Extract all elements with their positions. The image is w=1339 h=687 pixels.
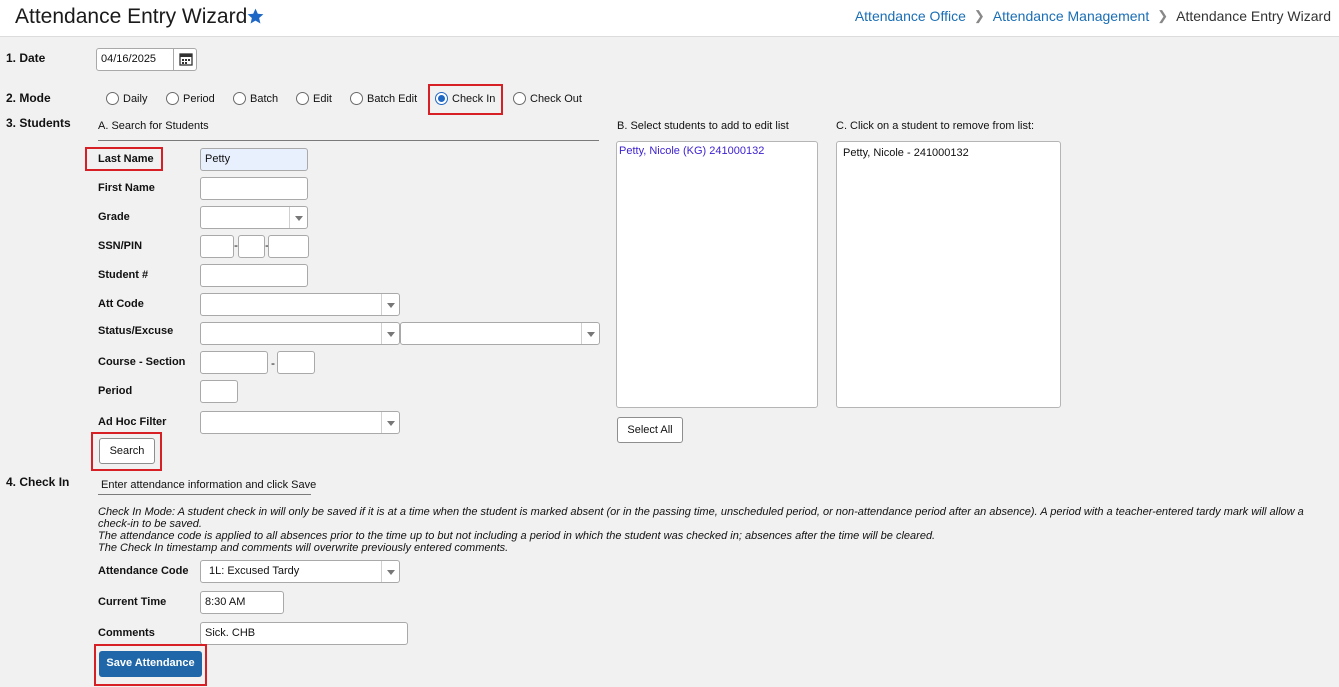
mode-radio-daily[interactable]: Daily	[106, 92, 147, 105]
period-label: Period	[98, 385, 133, 397]
favorite-star-icon[interactable]	[246, 7, 265, 26]
ssn-part2-input[interactable]	[238, 235, 265, 258]
comments-value: Sick. CHB	[205, 627, 256, 639]
attendance-code-value: 1L: Excused Tardy	[209, 565, 300, 577]
ad-hoc-filter-select[interactable]	[200, 411, 400, 434]
ssn-part3-input[interactable]	[268, 235, 309, 258]
search-heading: A. Search for Students	[98, 120, 209, 132]
radio-button-selected[interactable]	[435, 92, 448, 105]
current-time-input[interactable]: 8:30 AM	[200, 591, 284, 614]
chevron-down-icon	[381, 323, 399, 344]
current-time-label: Current Time	[98, 596, 167, 608]
first-name-input[interactable]	[200, 177, 308, 200]
radio-button[interactable]	[166, 92, 179, 105]
comments-label: Comments	[98, 627, 155, 639]
chevron-down-icon	[381, 294, 399, 315]
select-students-heading: B. Select students to add to edit list	[617, 120, 789, 132]
radio-button[interactable]	[106, 92, 119, 105]
chevron-down-icon	[381, 561, 399, 582]
mode-radio-batch[interactable]: Batch	[233, 92, 278, 105]
chevron-down-icon	[289, 207, 307, 228]
breadcrumb: Attendance Office ❯ Attendance Managemen…	[855, 8, 1331, 24]
att-code-label: Att Code	[98, 298, 144, 310]
status-excuse-label: Status/Excuse	[98, 325, 174, 337]
radio-button[interactable]	[296, 92, 309, 105]
excuse-select[interactable]	[400, 322, 600, 345]
radio-label: Daily	[123, 92, 148, 105]
mode-radio-check-in[interactable]: Check In	[435, 92, 495, 105]
divider	[98, 494, 311, 495]
radio-button[interactable]	[350, 92, 363, 105]
mode-radio-period[interactable]: Period	[166, 92, 215, 105]
last-name-input[interactable]: Petty	[200, 148, 308, 171]
mode-radio-check-out[interactable]: Check Out	[513, 92, 582, 105]
date-value: 04/16/2025	[101, 53, 157, 65]
course-section-label: Course - Section	[98, 356, 186, 368]
radio-label: Period	[183, 92, 215, 105]
chevron-down-icon	[381, 412, 399, 433]
instruction-text-1: Check In Mode: A student check in will o…	[98, 506, 1304, 530]
ad-hoc-filter-label: Ad Hoc Filter	[98, 416, 167, 428]
calendar-button[interactable]	[173, 48, 197, 71]
radio-label: Batch Edit	[367, 92, 418, 105]
search-result-item[interactable]: Petty, Nicole (KG) 241000132	[619, 145, 764, 157]
grade-label: Grade	[98, 211, 130, 223]
chevron-right-icon: ❯	[1157, 8, 1169, 23]
attendance-code-label: Attendance Code	[98, 565, 189, 577]
status-select[interactable]	[200, 322, 400, 345]
radio-label: Batch	[250, 92, 279, 105]
last-name-label: Last Name	[98, 153, 154, 165]
radio-button[interactable]	[233, 92, 246, 105]
period-input[interactable]	[200, 380, 238, 403]
att-code-select[interactable]	[200, 293, 400, 316]
current-time-value: 8:30 AM	[205, 596, 246, 608]
first-name-label: First Name	[98, 182, 155, 194]
ssn-pin-label: SSN/PIN	[98, 240, 143, 252]
search-button[interactable]: Search	[99, 438, 155, 464]
radio-label: Check Out	[530, 92, 582, 105]
chevron-right-icon: ❯	[973, 8, 985, 23]
radio-label: Edit	[313, 92, 332, 105]
page-title: Attendance Entry Wizard	[15, 5, 248, 28]
mode-section-label: 2. Mode	[6, 91, 51, 105]
student-number-label: Student #	[98, 269, 149, 281]
date-section-label: 1. Date	[6, 51, 46, 65]
edit-list-heading: C. Click on a student to remove from lis…	[836, 120, 1035, 132]
page-header: Attendance Entry Wizard Attendance Offic…	[0, 0, 1339, 37]
course-input[interactable]	[200, 351, 268, 374]
edit-list-item[interactable]: Petty, Nicole - 241000132	[843, 147, 969, 159]
comments-input[interactable]: Sick. CHB	[200, 622, 408, 645]
check-in-section-label: 4. Check In	[6, 475, 70, 489]
mode-radio-batch-edit[interactable]: Batch Edit	[350, 92, 417, 105]
attendance-code-select[interactable]: 1L: Excused Tardy	[200, 560, 400, 583]
divider	[98, 140, 599, 141]
instruction-text-3: The Check In timestamp and comments will…	[98, 542, 509, 554]
instruction-text-2: The attendance code is applied to all ab…	[98, 530, 936, 542]
ssn-part1-input[interactable]	[200, 235, 234, 258]
breadcrumb-attendance-management[interactable]: Attendance Management	[993, 8, 1149, 24]
students-section-label: 3. Students	[6, 116, 71, 130]
section-input[interactable]	[277, 351, 315, 374]
radio-button[interactable]	[513, 92, 526, 105]
grade-select[interactable]	[200, 206, 308, 229]
select-all-button[interactable]: Select All	[617, 417, 683, 443]
check-in-heading: Enter attendance information and click S…	[101, 479, 317, 491]
breadcrumb-attendance-office[interactable]: Attendance Office	[855, 8, 966, 24]
edit-list[interactable]: Petty, Nicole - 241000132	[836, 141, 1061, 408]
mode-radio-edit[interactable]: Edit	[296, 92, 332, 105]
calendar-icon	[179, 53, 193, 66]
search-results-list[interactable]: Petty, Nicole (KG) 241000132	[616, 141, 818, 408]
radio-label: Check In	[452, 92, 496, 105]
course-section-dash: -	[271, 356, 275, 370]
chevron-down-icon	[581, 323, 599, 344]
breadcrumb-current: Attendance Entry Wizard	[1176, 8, 1331, 24]
student-number-input[interactable]	[200, 264, 308, 287]
last-name-value: Petty	[205, 153, 231, 165]
save-attendance-button[interactable]: Save Attendance	[99, 651, 202, 677]
